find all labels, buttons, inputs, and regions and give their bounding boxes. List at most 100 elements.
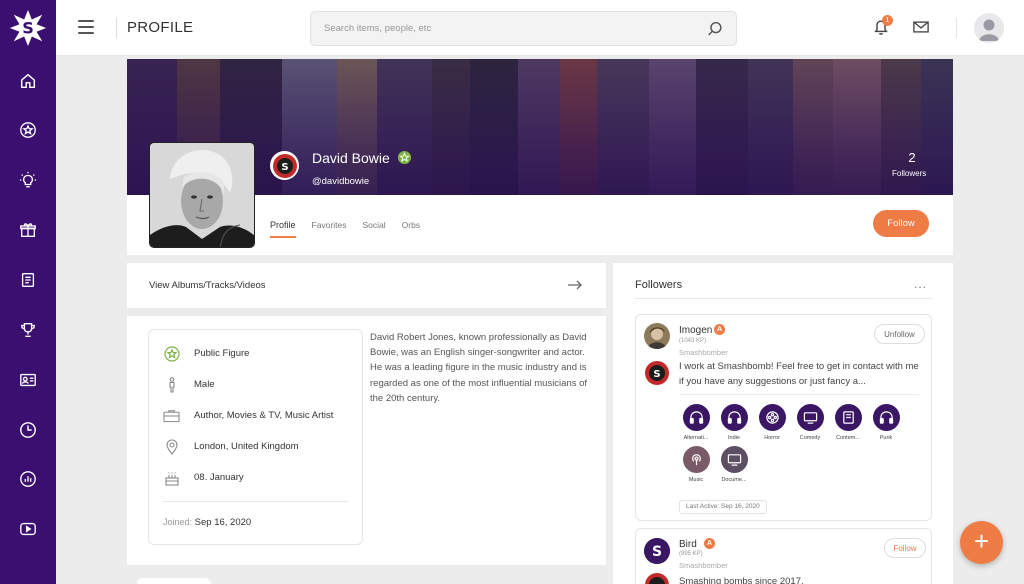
follower-name[interactable]: Imogen [679,325,712,336]
headphones-icon [682,404,710,431]
document-icon[interactable] [16,268,40,292]
smashbomb-badge-icon [644,572,670,584]
follower-avatar[interactable]: S [644,538,670,564]
divider [679,394,919,395]
podcast-icon [682,446,710,473]
level-badge: A [714,324,725,335]
joined-value: Sep 16, 2020 [194,517,252,528]
joined-label: Joined: [163,517,193,527]
profile-name: David Bowie [312,150,390,166]
profile-details: Public Figure Male Author, Movies & TV, … [148,329,363,545]
followers-title: Followers [635,279,683,291]
home-icon[interactable] [16,69,40,93]
notification-count-badge: 1 [882,15,893,26]
detail-row: London, United Kingdom [163,438,299,455]
gift-icon[interactable] [16,218,40,242]
genre-label: Music [688,477,704,483]
lightbulb-icon[interactable] [16,168,40,192]
profile-handle: @davidbowie [312,176,370,187]
person-icon [163,376,180,393]
genre-label: Alternati... [683,435,709,441]
more-options-icon[interactable]: ... [914,277,927,291]
follower-avatar[interactable] [644,323,670,349]
genre-music[interactable]: Music [676,446,716,483]
last-active-badge: Last Active: Sep 16, 2020 [679,500,767,514]
arrow-right-icon[interactable] [567,278,583,290]
follower-name[interactable]: Bird [679,539,697,550]
genre-label: Punk [879,435,893,441]
user-avatar[interactable] [974,13,1004,43]
follow-button[interactable]: Follow [873,210,929,237]
view-albums-label: View Albums/Tracks/Videos [149,280,266,291]
star-icon[interactable] [16,118,40,142]
chart-bubble-icon[interactable] [16,467,40,491]
genre-label: Horror [764,435,780,441]
profile-photo [149,142,255,248]
tv-icon [720,446,748,473]
genre-comedy[interactable]: Comedy [790,404,830,441]
search-input[interactable] [311,12,671,45]
genre-alternative[interactable]: Alternati... [676,404,716,441]
follower-role: Smashbomber [679,561,728,570]
detail-row: Public Figure [163,345,249,362]
profile-tabs: Profile Favorites Social Orbs [270,220,436,238]
follower-message: I work at Smashbomb! Feel free to get in… [679,361,919,387]
profile-header-card: 2 Followers S David Bowie @davidbowie Pr… [127,59,953,255]
detail-row: Author, Movies & TV, Music Artist [163,407,333,424]
divider [163,501,348,502]
genre-horror[interactable]: Horror [752,404,792,441]
smashbomb-badge-icon: S [644,360,670,386]
followers-count: 2 [908,150,916,165]
genre-label: Comedy [799,435,821,441]
add-fab-button[interactable]: + [960,521,1003,564]
divider [956,18,957,38]
follower-message: Smashing bombs since 2017. [679,576,804,584]
tab-social[interactable]: Social [362,220,385,238]
tab-orbs[interactable]: Orbs [402,220,420,238]
briefcase-icon [163,407,180,424]
page-title: PROFILE [127,19,194,36]
smashbomb-badge-icon: S [270,151,299,180]
hamburger-menu-icon[interactable] [78,20,94,34]
detail-text: Author, Movies & TV, Music Artist [194,410,334,421]
verified-badge-icon [397,150,412,165]
mail-icon[interactable] [913,20,931,36]
genre-indie[interactable]: Indie [714,404,754,441]
detail-text: 08. January [194,472,244,483]
genre-punk[interactable]: Punk [866,404,906,441]
view-albums-link[interactable]: View Albums/Tracks/Videos [127,263,606,308]
level-badge: A [704,538,715,549]
smashbomb-logo-icon[interactable]: S [0,0,56,56]
play-icon[interactable] [16,517,40,541]
detail-text: Male [194,379,215,390]
birthday-cake-icon [163,469,180,486]
followers-label: Followers [892,169,927,178]
star-badge-icon [163,345,180,362]
search-icon[interactable] [706,20,724,38]
trophy-icon[interactable] [16,318,40,342]
divider [635,298,932,299]
tab-favorites[interactable]: Favorites [312,220,347,238]
detail-text: Public Figure [194,348,250,359]
clock-icon[interactable] [16,418,40,442]
follow-button[interactable]: Follow [884,538,926,558]
svg-text:S: S [653,369,660,380]
follower-item: Imogen A (1043 KP) Smashbomber Unfollow … [635,314,932,521]
about-card: Public Figure Male Author, Movies & TV, … [127,316,606,565]
follower-role: Smashbomber [679,348,728,357]
tab-profile[interactable]: Profile [270,220,296,238]
genre-documentary[interactable]: Docume... [714,446,754,483]
svg-text:S: S [22,19,34,38]
follower-kp: (1043 KP) [679,338,707,344]
svg-text:S: S [281,162,288,173]
search-bar [310,11,737,46]
divider [116,18,117,38]
follower-item: S Bird A (995 KP) Smashbomber Follow Sma… [635,528,932,584]
genre-contemporary[interactable]: Contem... [828,404,868,441]
unfollow-button[interactable]: Unfollow [874,324,925,344]
next-card-edge [137,578,211,584]
headphones-icon [872,404,900,431]
id-card-icon[interactable] [16,368,40,392]
profile-bio: David Robert Jones, known professionally… [370,332,588,404]
detail-row: 08. January [163,469,244,486]
